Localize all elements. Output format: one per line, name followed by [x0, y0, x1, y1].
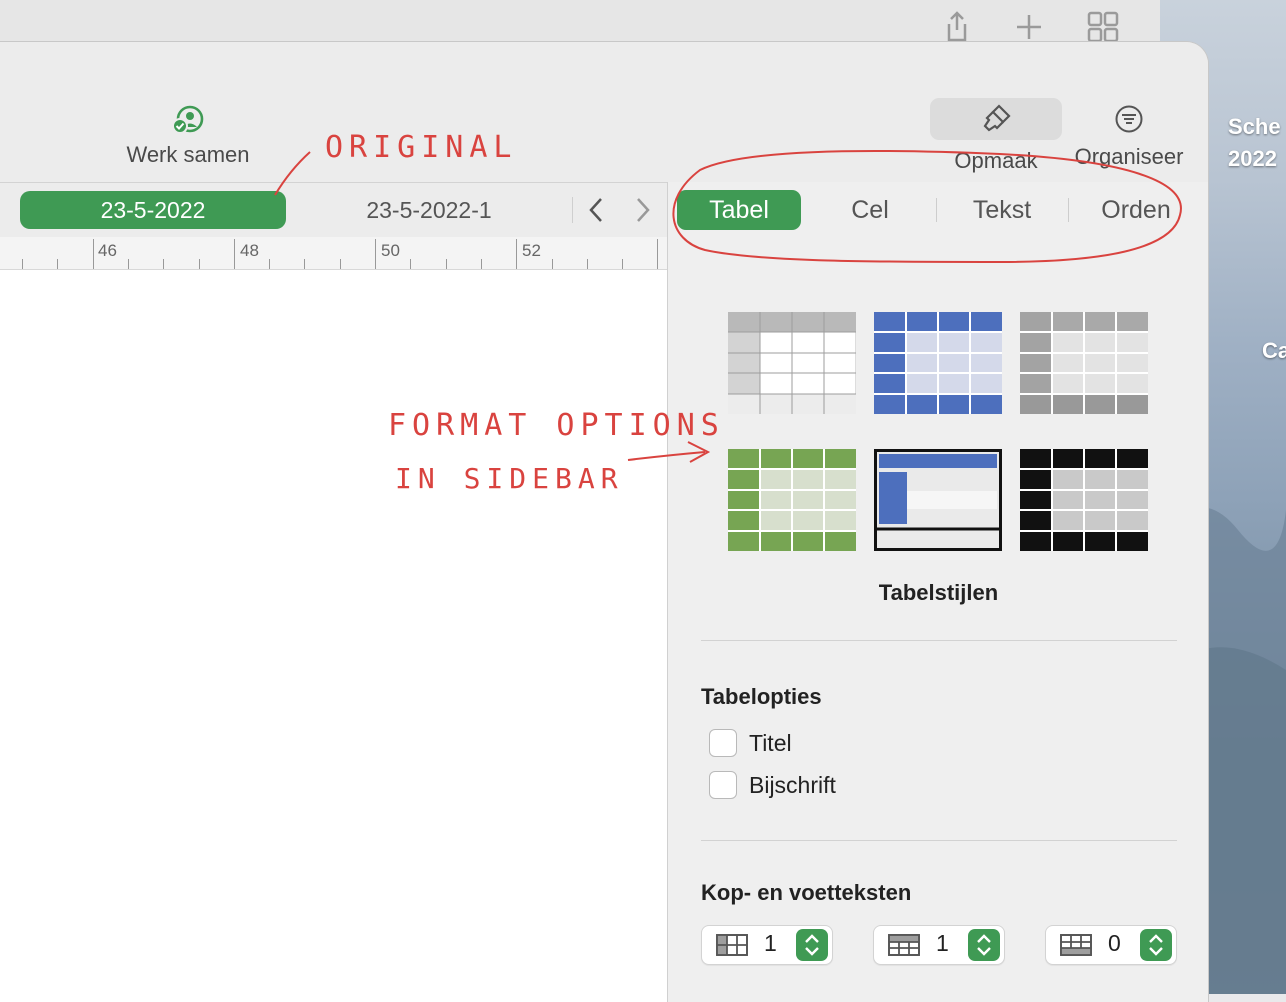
annotation-original: ORIGINAL: [325, 130, 518, 165]
annotation-format-options: FORMAT OPTIONS: [388, 408, 725, 443]
annotation-overlay: [274, 150, 1182, 463]
annotation-in-sidebar: IN SIDEBAR: [395, 462, 624, 495]
